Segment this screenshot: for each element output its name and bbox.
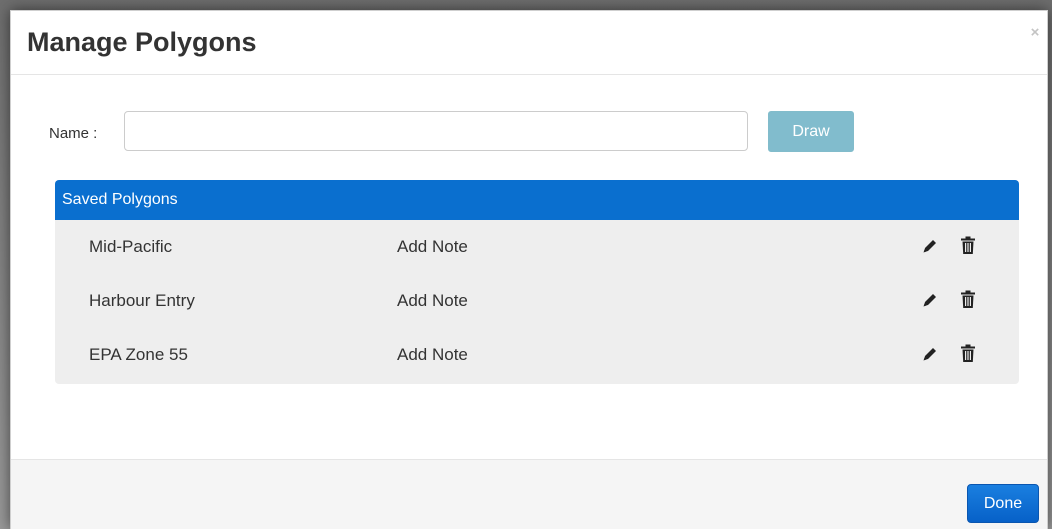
dialog-header: Manage Polygons × bbox=[11, 11, 1047, 75]
polygon-row: Harbour Entry Add Note bbox=[55, 274, 1019, 328]
polygon-name[interactable]: EPA Zone 55 bbox=[89, 345, 188, 365]
saved-polygons-panel: Saved Polygons Mid-Pacific Add Note Harb… bbox=[55, 180, 1019, 384]
trash-icon[interactable] bbox=[960, 236, 976, 255]
close-icon[interactable]: × bbox=[1027, 25, 1043, 41]
trash-icon[interactable] bbox=[960, 344, 976, 363]
dialog-footer: Done bbox=[11, 459, 1047, 529]
add-note-link[interactable]: Add Note bbox=[397, 237, 468, 257]
polygon-name[interactable]: Harbour Entry bbox=[89, 291, 195, 311]
panel-heading: Saved Polygons bbox=[55, 180, 1019, 220]
dialog-title: Manage Polygons bbox=[27, 27, 257, 57]
manage-polygons-dialog: Manage Polygons × Name : Draw Saved Poly… bbox=[10, 10, 1048, 529]
done-button[interactable]: Done bbox=[967, 484, 1039, 523]
pencil-icon[interactable] bbox=[921, 345, 939, 363]
polygon-name[interactable]: Mid-Pacific bbox=[89, 237, 172, 257]
add-note-link[interactable]: Add Note bbox=[397, 291, 468, 311]
add-note-link[interactable]: Add Note bbox=[397, 345, 468, 365]
name-input[interactable] bbox=[124, 111, 748, 151]
dialog-body: Name : Draw Saved Polygons Mid-Pacific A… bbox=[11, 75, 1047, 459]
draw-button[interactable]: Draw bbox=[768, 111, 854, 152]
polygon-row: EPA Zone 55 Add Note bbox=[55, 328, 1019, 382]
polygon-row: Mid-Pacific Add Note bbox=[55, 220, 1019, 274]
trash-icon[interactable] bbox=[960, 290, 976, 309]
name-label: Name : bbox=[49, 125, 98, 142]
pencil-icon[interactable] bbox=[921, 237, 939, 255]
pencil-icon[interactable] bbox=[921, 291, 939, 309]
